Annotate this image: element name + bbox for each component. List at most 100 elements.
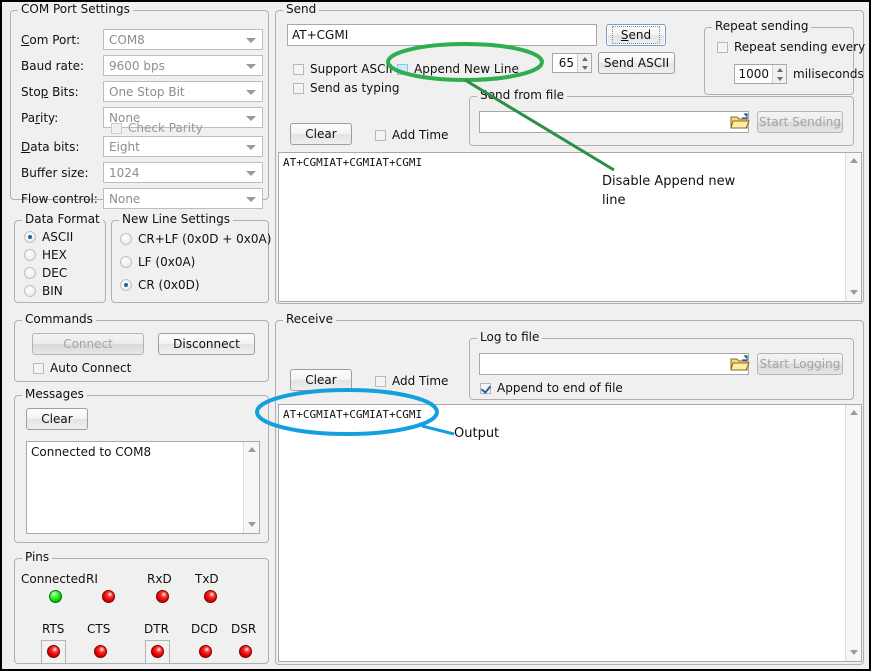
pin-led-txd (204, 590, 217, 603)
send-add-time-label: Add Time (392, 128, 448, 142)
pin-led-cts (94, 645, 107, 658)
pin-label-dcd: DCD (191, 622, 218, 636)
log-file-path-input[interactable] (479, 353, 749, 375)
repeat-interval-value: 1000 (735, 67, 772, 81)
append-end-of-file-label: Append to end of file (497, 381, 623, 395)
send-title: Send (283, 3, 319, 15)
flow-control-value: None (109, 192, 140, 206)
send-ascii-button[interactable]: Send ASCII (598, 52, 675, 74)
spinner-down-icon[interactable] (578, 63, 591, 72)
scroll-down-icon[interactable] (244, 518, 259, 532)
ascii-code-spinner[interactable]: 65 (552, 53, 592, 73)
chevron-down-icon (246, 171, 256, 176)
messages-group: Messages Clear Connected to COM8 (14, 395, 269, 543)
folder-open-icon[interactable] (730, 355, 750, 373)
repeat-unit-label: miliseconds (793, 67, 864, 81)
repeat-interval-spinner[interactable]: 1000 (734, 64, 787, 84)
disconnect-button[interactable]: Disconnect (158, 333, 255, 355)
append-end-of-file-checkbox[interactable]: Append to end of file (480, 381, 623, 395)
radio-data-format-bin[interactable]: BIN (24, 284, 63, 298)
scroll-up-icon[interactable] (846, 154, 861, 168)
checkbox-box-icon (480, 383, 491, 394)
flow-control-select[interactable]: None (103, 188, 263, 209)
receive-output-text: AT+CGMIAT+CGMIAT+CGMI (283, 408, 843, 422)
send-as-typing-checkbox[interactable]: Send as typing (293, 81, 399, 95)
receive-add-time-checkbox[interactable]: Add Time (375, 374, 448, 388)
chevron-down-icon (246, 90, 256, 95)
checkbox-box-icon (375, 376, 386, 387)
scroll-down-icon[interactable] (846, 286, 861, 300)
radio-newline-lf[interactable]: LF (0x0A) (120, 255, 195, 269)
scroll-up-icon[interactable] (244, 443, 259, 457)
spinner-up-icon[interactable] (578, 54, 591, 63)
send-clear-button[interactable]: Clear (290, 123, 352, 145)
com-port-label: Com Port: (21, 33, 80, 47)
receive-scrollbar[interactable] (845, 405, 861, 661)
scroll-up-icon[interactable] (846, 406, 861, 420)
checkbox-box-icon (111, 123, 122, 134)
radio-dot-icon (120, 233, 132, 245)
send-from-file-group: Send from file Start Sending (469, 96, 854, 146)
send-button[interactable]: Send (606, 24, 666, 46)
commands-title: Commands (22, 313, 96, 325)
baud-rate-select[interactable]: 9600 bps (103, 55, 263, 76)
start-logging-button[interactable]: Start Logging (757, 353, 843, 375)
pin-led-dsr (239, 645, 252, 658)
messages-log-text: Connected to COM8 (31, 445, 241, 459)
receive-clear-button[interactable]: Clear (290, 369, 352, 391)
receive-output-area[interactable]: AT+CGMIAT+CGMIAT+CGMI (278, 404, 862, 662)
com-port-settings-title: COM Port Settings (18, 3, 133, 15)
radio-data-format-dec[interactable]: DEC (24, 266, 67, 280)
messages-log-area[interactable]: Connected to COM8 (26, 441, 260, 534)
chevron-down-icon (246, 64, 256, 69)
stop-bits-select[interactable]: One Stop Bit (103, 81, 263, 102)
auto-connect-checkbox[interactable]: Auto Connect (33, 361, 131, 375)
repeat-sending-group: Repeat sending Repeat sending every 1000… (704, 27, 854, 95)
com-port-select[interactable]: COM8 (103, 29, 263, 50)
radio-dot-icon (24, 267, 36, 279)
append-new-line-checkbox[interactable]: Append New Line (397, 62, 519, 76)
send-command-value: AT+CGMI (292, 28, 348, 42)
buffer-size-select[interactable]: 1024 (103, 162, 263, 183)
radio-data-format-hex[interactable]: HEX (24, 248, 67, 262)
check-parity-label: Check Parity (128, 121, 203, 135)
data-bits-select[interactable]: Eight (103, 136, 263, 157)
chevron-down-icon (246, 38, 256, 43)
pins-title: Pins (22, 551, 52, 563)
ascii-code-value: 65 (553, 56, 577, 70)
receive-add-time-label: Add Time (392, 374, 448, 388)
radio-label: DEC (42, 266, 67, 280)
checkbox-box-icon (293, 64, 304, 75)
baud-rate-label: Baud rate: (21, 59, 84, 73)
folder-open-icon[interactable] (730, 113, 750, 131)
send-log-area[interactable]: AT+CGMIAT+CGMIAT+CGMI (278, 152, 862, 302)
spinner-down-icon[interactable] (773, 74, 786, 83)
messages-scrollbar[interactable] (243, 442, 259, 533)
connect-button[interactable]: Connect (32, 333, 144, 355)
radio-dot-icon (120, 256, 132, 268)
send-add-time-checkbox[interactable]: Add Time (375, 128, 448, 142)
radio-newline-cr[interactable]: CR (0x0D) (120, 278, 200, 292)
pin-label-rxd: RxD (147, 572, 172, 586)
repeat-sending-checkbox[interactable]: Repeat sending every (717, 40, 865, 54)
flow-control-label: Flow control: (21, 192, 98, 206)
start-sending-button[interactable]: Start Sending (757, 111, 843, 133)
send-group: Send AT+CGMI Send Support ASCII Append N… (275, 10, 864, 304)
send-command-input[interactable]: AT+CGMI (287, 24, 597, 46)
spinner-buttons[interactable] (577, 54, 591, 72)
radio-data-format-ascii[interactable]: ASCII (24, 230, 73, 244)
serial-terminal-window: COM Port Settings Com Port: COM8 Baud ra… (0, 0, 871, 671)
com-port-value: COM8 (109, 33, 145, 47)
send-log-scrollbar[interactable] (845, 153, 861, 301)
send-file-path-input[interactable] (479, 111, 749, 133)
radio-label: CR+LF (0x0D + 0x0A) (138, 232, 271, 246)
support-ascii-checkbox[interactable]: Support ASCII (293, 62, 393, 76)
messages-title: Messages (22, 388, 87, 400)
scroll-down-icon[interactable] (846, 646, 861, 660)
spinner-buttons[interactable] (772, 65, 786, 83)
check-parity-checkbox[interactable]: Check Parity (111, 121, 203, 135)
radio-newline-crlf[interactable]: CR+LF (0x0D + 0x0A) (120, 232, 271, 246)
spinner-up-icon[interactable] (773, 65, 786, 74)
send-log-text: AT+CGMIAT+CGMIAT+CGMI (283, 156, 843, 170)
messages-clear-button[interactable]: Clear (26, 408, 88, 430)
